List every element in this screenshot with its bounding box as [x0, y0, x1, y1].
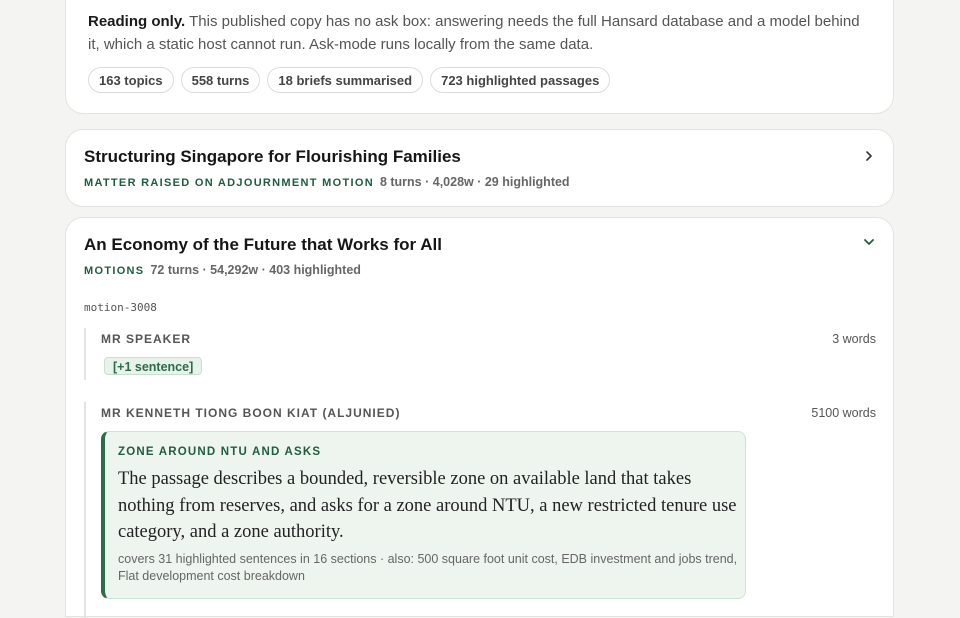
word-count: 3 words — [832, 332, 876, 346]
topic-kind: MOTIONS — [84, 265, 145, 277]
chevron-down-icon[interactable] — [863, 236, 875, 248]
topic-kind: MATTER RAISED ON ADJOURNMENT MOTION — [84, 177, 374, 189]
stats-chips: 163 topics 558 turns 18 briefs summarise… — [88, 67, 611, 93]
topic-title[interactable]: Structuring Singapore for Flourishing Fa… — [84, 147, 461, 167]
info-card: Reading only. This published copy has no… — [65, 0, 894, 114]
expand-sentence-chip[interactable]: [+1 sentence] — [104, 357, 203, 375]
topic-stats: 8 turns · 4,028w · 29 highlighted — [379, 175, 570, 189]
speech-turn: MR SPEAKER 3 words [+1 sentence] — [84, 328, 876, 380]
topic-card-collapsed[interactable]: Structuring Singapore for Flourishing Fa… — [65, 129, 894, 207]
highlight-passage[interactable]: ZONE AROUND NTU AND ASKS The passage des… — [101, 431, 746, 599]
speaker-name: MR KENNETH TIONG BOON KIAT (ALJUNIED) — [101, 406, 401, 420]
topic-meta: MOTIONS 72 turns · 54,292w · 403 highlig… — [84, 263, 361, 277]
briefs-count-chip: 18 briefs summarised — [267, 67, 424, 93]
chevron-right-icon[interactable] — [863, 150, 875, 162]
topic-title[interactable]: An Economy of the Future that Works for … — [84, 235, 442, 255]
speech-turn: MR KENNETH TIONG BOON KIAT (ALJUNIED) 51… — [84, 402, 876, 618]
notice-lead: Reading only. — [88, 13, 186, 30]
highlight-title: ZONE AROUND NTU AND ASKS — [118, 446, 322, 458]
topic-stats: 72 turns · 54,292w · 403 highlighted — [150, 263, 361, 277]
highlight-coverage: covers 31 highlighted sentences in 16 se… — [118, 552, 738, 583]
passages-count-chip: 723 highlighted passages — [430, 67, 611, 93]
word-count: 5100 words — [811, 406, 876, 420]
notice-body: This published copy has no ask box: answ… — [88, 13, 860, 53]
topic-meta: MATTER RAISED ON ADJOURNMENT MOTION 8 tu… — [84, 175, 570, 189]
speaker-name: MR SPEAKER — [101, 332, 192, 346]
highlight-summary: The passage describes a bounded, reversi… — [118, 469, 737, 542]
reading-only-notice: Reading only. This published copy has no… — [88, 10, 868, 56]
topic-card-expanded: An Economy of the Future that Works for … — [65, 217, 894, 618]
motion-id: motion-3008 — [84, 301, 157, 314]
turns-count-chip: 558 turns — [180, 67, 261, 93]
topics-count-chip: 163 topics — [88, 67, 174, 93]
